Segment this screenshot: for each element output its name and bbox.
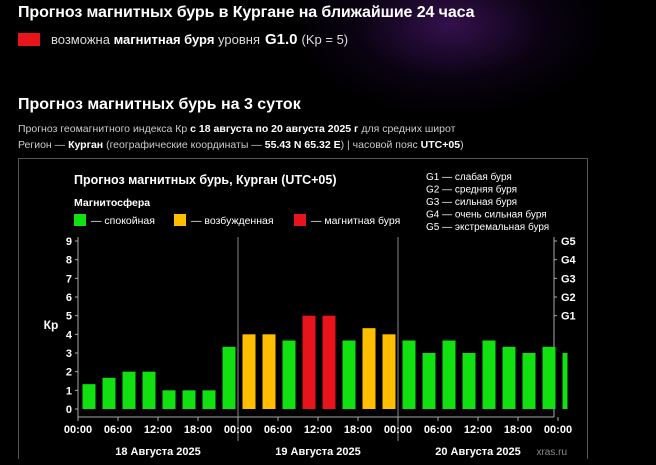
g-legend-item: G1 — слабая буря [426, 171, 512, 183]
x-tick-label: 00:00 [224, 424, 252, 436]
g-legend-item: G5 — экстремальная буря [426, 221, 549, 233]
kp-bar [382, 334, 396, 409]
watermark: xras.ru [536, 447, 567, 458]
period-prefix: Прогноз геомагнитного индекса Кр [18, 123, 188, 135]
legend-swatch [294, 214, 306, 226]
kp-chart: Прогноз магнитных бурь, Курган (UTC+05) … [18, 158, 588, 459]
x-tick-label: 18:00 [184, 424, 212, 436]
kp-bar [442, 340, 456, 409]
y-tick-label: 6 [66, 292, 72, 304]
chart-title: Прогноз магнитных бурь, Курган (UTC+05) [74, 173, 336, 187]
region-name: Курган [68, 139, 104, 151]
g-legend-item: G3 — сильная буря [426, 196, 517, 208]
alert-mid: уровня [218, 32, 260, 47]
day-label: 18 Августа 2025 [115, 446, 201, 458]
kp-bar [302, 315, 316, 409]
kp-bar [122, 371, 136, 409]
y-tick-label: 1 [66, 385, 72, 397]
x-tick-label: 06:00 [264, 424, 292, 436]
legend: — спокойная — возбужденная — магнитная бур… [74, 214, 400, 227]
kp-bar [342, 340, 356, 409]
alert-bold: магнитная буря [113, 32, 215, 47]
kp-bar [322, 315, 336, 409]
tz-prefix: ) | часовой пояс [340, 139, 418, 151]
x-tick-label: 00:00 [384, 424, 412, 436]
x-tick-label: 12:00 [144, 424, 172, 436]
coords-prefix: (географические координаты — [106, 139, 262, 151]
kp-bar [162, 390, 176, 409]
y-tick-label: 4 [66, 329, 73, 341]
y-tick-label: 9 [66, 236, 72, 248]
g-tick-label: G4 [561, 255, 577, 267]
alert-color-swatch [18, 33, 40, 46]
storm-alert: возможна магнитная буря уровня G1.0 (Kp … [18, 31, 348, 48]
period-suffix: для средних широт [361, 123, 456, 135]
region-coords: 55.43 N 65.32 E [264, 139, 341, 151]
forecast-period-line: Прогноз геомагнитного индекса Кр с 18 ав… [18, 123, 455, 135]
region-line: Регион — Курган (географические координа… [18, 139, 464, 151]
day-label: 19 Августа 2025 [275, 446, 361, 458]
kp-bar [402, 340, 416, 409]
x-tick-label: 12:00 [464, 424, 492, 436]
x-tick-label: 00:00 [544, 424, 572, 436]
alert-kp: (Kp = 5) [301, 32, 349, 47]
kp-bar [82, 384, 96, 409]
x-tick-label: 18:00 [344, 424, 372, 436]
region-prefix: Регион — [18, 139, 66, 151]
g-legend-item: G2 — средняя буря [426, 184, 517, 196]
legend-label: — возбужденная [191, 215, 274, 227]
legend-swatch [174, 214, 186, 226]
kp-bar [182, 390, 196, 409]
g-tick-label: G1 [561, 311, 576, 323]
legend-label: — магнитная буря [311, 215, 400, 227]
y-tick-label: 5 [66, 311, 72, 323]
section-title: Прогноз магнитных бурь на 3 суток [18, 96, 301, 113]
tz-suffix: ) [460, 139, 464, 151]
region-timezone: UTC+05 [420, 139, 461, 151]
kp-bar [422, 353, 436, 409]
kp-bar [142, 371, 156, 409]
x-tick-label: 18:00 [504, 424, 532, 436]
legend-swatch [74, 214, 86, 226]
x-tick-label: 06:00 [104, 424, 132, 436]
kp-bar [562, 353, 568, 409]
g-legend-item: G4 — очень сильная буря [426, 209, 547, 221]
kp-bar [222, 346, 236, 409]
y-tick-label: 3 [66, 348, 72, 360]
day-label: 20 Августа 2025 [435, 446, 521, 458]
kp-bar [502, 346, 516, 409]
page-title: Прогноз магнитных бурь в Кургане на ближ… [18, 4, 475, 21]
x-tick-label: 12:00 [304, 424, 332, 436]
plot-area: 0 1 2 3 4 5 6 7 8 9 G1 G2 G3 G4 G5 00:00 06:00 12:00 18:00… [64, 236, 577, 458]
kp-bar [462, 353, 476, 409]
g-legend: G1 — слабая буряG2 — средняя буряG3 — си… [426, 171, 549, 233]
g-tick-label: G5 [561, 236, 576, 248]
legend-label: — спокойная [91, 215, 155, 227]
y-tick-label: 0 [66, 404, 72, 416]
period-dates: с 18 августа по 20 августа 2025 г [190, 123, 359, 135]
kp-bar [482, 340, 496, 409]
y-tick-label: 8 [66, 255, 72, 267]
legend-title: Магнитосфера [74, 197, 150, 209]
kp-bar [102, 377, 116, 409]
kp-bar [262, 334, 276, 409]
alert-prefix: возможна [51, 32, 110, 47]
kp-bar [362, 328, 376, 409]
kp-bar [202, 390, 216, 409]
kp-bar [522, 353, 536, 409]
x-tick-label: 06:00 [424, 424, 452, 436]
x-tick-label: 00:00 [64, 424, 92, 436]
kp-bar [242, 334, 256, 409]
kp-bar [282, 340, 296, 409]
g-tick-label: G3 [561, 273, 576, 285]
y-axis-label: Кр [44, 318, 59, 332]
y-tick-label: 7 [66, 273, 72, 285]
kp-bar [542, 346, 556, 409]
g-tick-label: G2 [561, 292, 576, 304]
kp-chart-svg: Прогноз магнитных бурь, Курган (UTC+05) … [44, 171, 577, 458]
y-tick-label: 2 [66, 367, 72, 379]
alert-level: G1.0 [265, 31, 298, 48]
